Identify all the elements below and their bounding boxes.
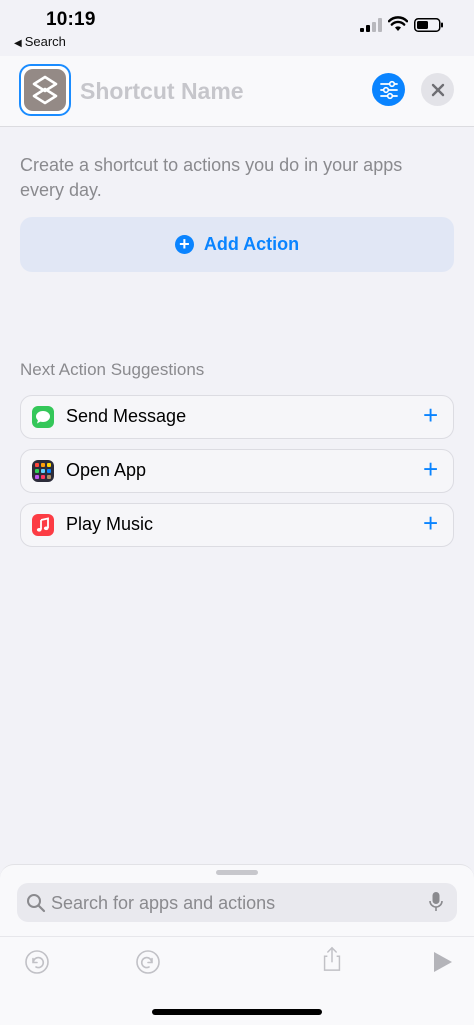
undo-icon[interactable] (24, 949, 50, 975)
shortcuts-icon (24, 69, 66, 111)
share-icon[interactable] (319, 946, 345, 972)
suggestion-open-app[interactable]: Open App + (20, 449, 454, 493)
search-input[interactable] (51, 890, 411, 916)
redo-icon[interactable] (135, 949, 161, 975)
app-grid-icon (32, 460, 54, 482)
music-icon (32, 514, 54, 536)
messages-icon (32, 406, 54, 428)
back-label: Search (24, 34, 66, 49)
panel-grabber[interactable] (216, 870, 258, 875)
status-time: 10:19 (46, 9, 96, 30)
add-suggestion-icon[interactable]: + (423, 454, 438, 485)
search-icon (27, 894, 46, 913)
battery-icon (414, 18, 443, 32)
suggestion-play-music[interactable]: Play Music + (20, 503, 454, 547)
play-icon[interactable] (430, 949, 456, 975)
shortcut-icon-button[interactable] (19, 64, 71, 116)
add-suggestion-icon[interactable]: + (423, 508, 438, 539)
settings-button[interactable] (372, 73, 405, 106)
add-suggestion-icon[interactable]: + (423, 400, 438, 431)
close-button[interactable] (421, 73, 454, 106)
microphone-icon[interactable] (429, 891, 443, 913)
suggestion-label: Play Music (66, 514, 154, 534)
intro-text: Create a shortcut to actions you do in y… (20, 155, 403, 200)
shortcut-name-input[interactable] (80, 74, 360, 108)
plus-circle-icon: + (174, 235, 194, 254)
add-action-button[interactable]: + Add Action (20, 217, 454, 272)
toolbar-divider (0, 936, 474, 937)
wifi-icon (388, 16, 408, 31)
back-to-search-link[interactable]: ◀ Search (14, 34, 66, 49)
suggestion-send-message[interactable]: Send Message + (20, 395, 454, 439)
close-icon (431, 83, 444, 96)
suggestions-header: Next Action Suggestions (20, 360, 205, 379)
suggestion-label: Send Message (66, 406, 187, 426)
sliders-icon (379, 80, 398, 99)
add-action-label: Add Action (203, 234, 300, 254)
home-indicator (152, 1009, 322, 1015)
back-arrow-icon: ◀ (14, 38, 22, 49)
suggestion-label: Open App (66, 460, 147, 480)
cellular-signal-icon (360, 18, 382, 32)
